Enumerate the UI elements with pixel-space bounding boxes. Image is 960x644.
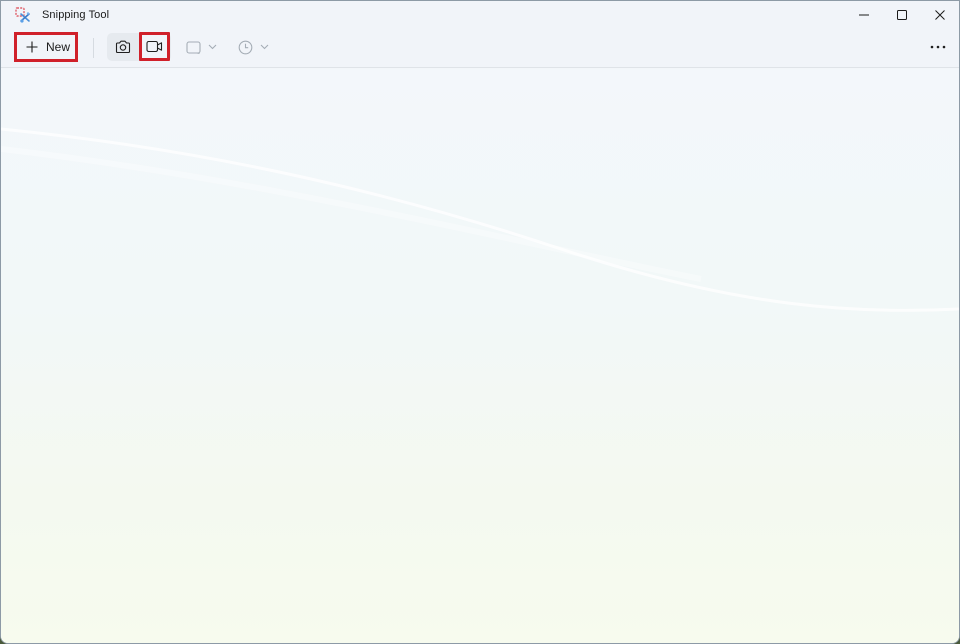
more-icon bbox=[930, 45, 946, 49]
chevron-down-icon bbox=[208, 44, 217, 50]
more-options-button[interactable] bbox=[923, 35, 953, 59]
record-mode-button[interactable] bbox=[139, 32, 170, 61]
new-button[interactable]: New bbox=[14, 32, 78, 62]
snipping-tool-icon bbox=[15, 7, 30, 23]
plus-icon bbox=[26, 41, 38, 53]
maximize-icon bbox=[897, 10, 907, 20]
snipping-mode-dropdown[interactable] bbox=[181, 33, 225, 61]
toolbar: New bbox=[1, 29, 959, 68]
minimize-button[interactable] bbox=[845, 1, 883, 29]
snip-mode-button[interactable] bbox=[108, 33, 138, 61]
chevron-down-icon bbox=[260, 44, 269, 50]
clock-icon bbox=[238, 40, 253, 54]
capture-mode-toggle bbox=[107, 32, 171, 61]
close-icon bbox=[935, 10, 945, 20]
title-bar: Snipping Tool bbox=[1, 1, 959, 29]
minimize-icon bbox=[859, 14, 869, 16]
toolbar-divider bbox=[93, 38, 94, 58]
new-button-label: New bbox=[46, 40, 71, 54]
camera-icon bbox=[115, 40, 131, 54]
maximize-button[interactable] bbox=[883, 1, 921, 29]
video-camera-icon bbox=[146, 40, 163, 53]
rectangle-icon bbox=[186, 40, 201, 54]
background-wave bbox=[1, 127, 959, 312]
snipping-tool-window: Snipping Tool New bbox=[0, 0, 960, 644]
capture-canvas-area bbox=[1, 69, 959, 643]
delay-dropdown[interactable] bbox=[233, 33, 277, 61]
app-title: Snipping Tool bbox=[42, 9, 110, 21]
close-button[interactable] bbox=[921, 1, 959, 29]
